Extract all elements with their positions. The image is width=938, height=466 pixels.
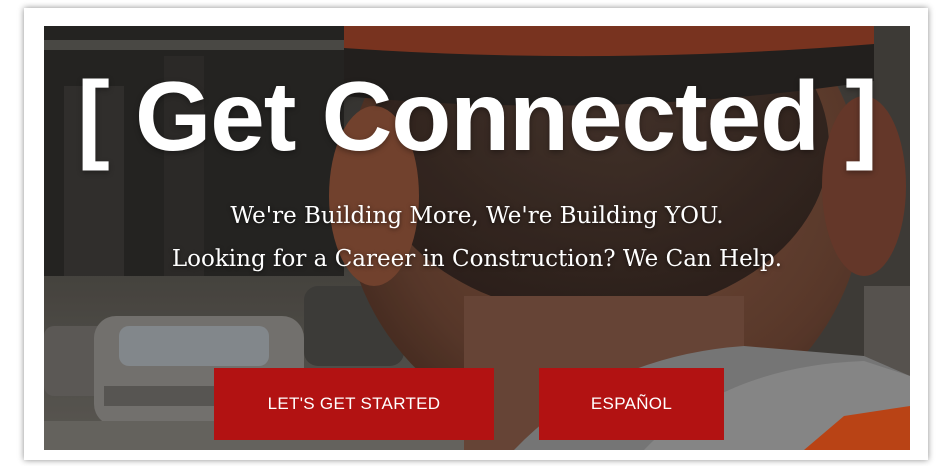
lets-get-started-button[interactable]: LET'S GET STARTED: [214, 368, 494, 440]
hero-headline: [ Get Connected ]: [77, 61, 878, 171]
hero-banner: [ Get Connected ] We're Building More, W…: [44, 26, 910, 450]
hero-tagline-1: We're Building More, We're Building YOU.: [230, 203, 724, 229]
espanol-button[interactable]: ESPAÑOL: [539, 368, 724, 440]
hero-tagline-2: Looking for a Career in Construction? We…: [171, 246, 783, 272]
